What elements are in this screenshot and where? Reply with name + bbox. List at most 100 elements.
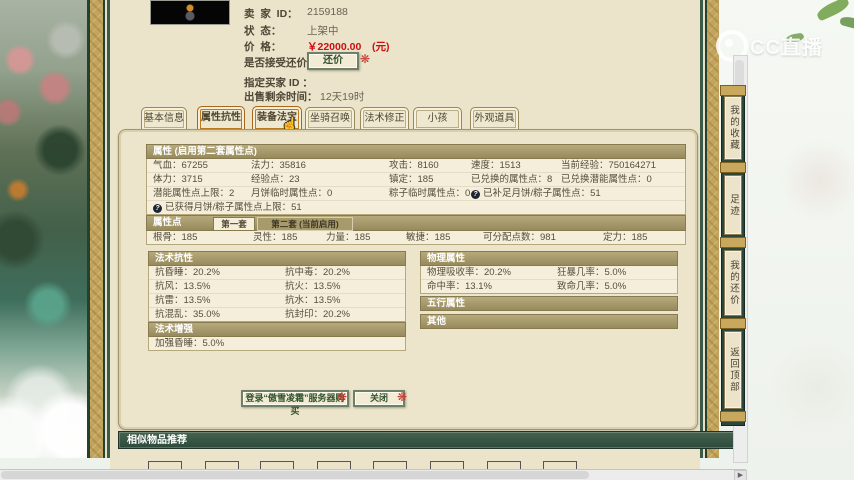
- resist-row: 抗混乱：35.0% 抗封印：20.2%: [149, 307, 405, 321]
- stat-festival-cap: ? 已获得月饼/粽子属性点上限：51: [153, 202, 302, 213]
- toolbar-knot: [720, 237, 746, 248]
- resist-chaos: 抗混乱：35.0%: [155, 309, 220, 320]
- help-icon[interactable]: ?: [471, 190, 480, 199]
- stat-exp: 当前经验：750164271: [561, 160, 657, 171]
- spell-resist-header: 法术抗性: [148, 251, 406, 266]
- sidebar-item-back-to-top[interactable]: 返回顶部: [724, 331, 742, 409]
- remain-time-label: 出售剩余时间：: [244, 91, 318, 103]
- sidebar-item-footprints[interactable]: 足迹: [724, 175, 742, 235]
- physical-section: 物理属性 物理吸收率：20.2% 狂暴几率：5.0% 命中率：13.1% 致命几…: [420, 251, 678, 294]
- spell-enhance-section: 法术增强 加强昏睡：5.0%: [148, 322, 406, 351]
- toolbar-cap: [720, 411, 746, 422]
- sidebar-item-favorites[interactable]: 我的收藏: [724, 96, 742, 160]
- enhance-sleep: 加强昏睡：5.0%: [155, 338, 225, 349]
- stat-exchanged-potential: 已兑换潜能属性点：0: [561, 174, 652, 185]
- other-section: 其他: [420, 314, 678, 329]
- physical-hit: 命中率：13.1%: [427, 281, 492, 292]
- resist-wind: 抗风：13.5%: [155, 281, 211, 292]
- stat-exp-points: 经验点：23: [251, 174, 300, 185]
- scroll-right-arrow-icon[interactable]: ▶: [734, 470, 747, 480]
- background-blob: [780, 140, 854, 220]
- toolbar-knot: [720, 162, 746, 173]
- point-willpower: 定力：185: [603, 232, 648, 243]
- resist-seal: 抗封印：20.2%: [285, 309, 350, 320]
- stat-composure: 镇定：185: [389, 174, 434, 185]
- resist-thunder: 抗雷：13.5%: [155, 295, 211, 306]
- point-spirit: 灵性：185: [253, 232, 298, 243]
- frame-left-strip: [90, 0, 103, 458]
- resist-poison: 抗中毒：20.2%: [285, 267, 350, 278]
- attribute-points-section: 属性点 第一套 第二套 (当前启用) 根骨：185 灵性：185 力量：185 …: [146, 215, 686, 245]
- stat-mooncake-points: 月饼临时属性点：0: [251, 188, 333, 199]
- attributes-row: 气血：67255 法力：35816 攻击：8160 速度：1513 当前经验：7…: [147, 159, 685, 172]
- seller-id-value: 2159188: [307, 6, 348, 18]
- toolbar-knot: [720, 318, 746, 329]
- page: CC直播 卖 家 ID： 2159188 状 态： 上架中 价 格： ￥2200…: [0, 0, 854, 480]
- attribute-points-title: 属性点: [153, 217, 182, 228]
- resist-row: 抗昏睡：20.2% 抗中毒：20.2%: [149, 266, 405, 279]
- spell-resist-section: 法术抗性 抗昏睡：20.2% 抗中毒：20.2% 抗风：13.5% 抗火：13.…: [148, 251, 406, 322]
- leaf-decoration: [839, 14, 854, 32]
- enhance-row: 加强昏睡：5.0%: [149, 337, 405, 350]
- help-icon[interactable]: ?: [153, 204, 162, 213]
- resist-fire: 抗火：13.5%: [285, 281, 341, 292]
- remain-time-value: 12天19时: [320, 91, 365, 103]
- attributes-row: 潜能属性点上限：2 月饼临时属性点：0 粽子临时属性点：0 ? 已补足月饼/粽子属…: [147, 186, 685, 200]
- seal-icon: ❋: [360, 52, 371, 66]
- item-portrait: [150, 0, 230, 25]
- point-root: 根骨：185: [153, 232, 198, 243]
- five-elements-header: 五行属性: [420, 296, 678, 311]
- buy-on-server-button[interactable]: 登录“傲雪凌霜”服务器购买: [241, 390, 349, 416]
- fantasy-landscape-art: [0, 0, 87, 458]
- resist-row: 抗雷：13.5% 抗水：13.5%: [149, 293, 405, 307]
- cc-live-watermark: CC直播: [750, 37, 823, 59]
- stat-exchanged-points: 已兑换的属性点：8: [471, 174, 553, 185]
- point-assignable: 可分配点数：981: [483, 232, 556, 243]
- stat-potential-cap: 潜能属性点上限：2: [153, 188, 235, 199]
- bargain-button[interactable]: 还价: [307, 52, 359, 70]
- stat-hp: 气血：67255: [153, 160, 208, 171]
- resist-row: 抗风：13.5% 抗火：13.5%: [149, 279, 405, 293]
- attributes-section-header: 属性 (启用第二套属性点): [146, 144, 686, 159]
- price-label: 价 格：: [244, 41, 282, 53]
- attributes-row: ? 已获得月饼/粽子属性点上限：51: [147, 200, 685, 214]
- stat-topped-up: ? 已补足月饼/粽子属性点：51: [471, 187, 685, 200]
- physical-crit: 致命几率：5.0%: [557, 281, 627, 292]
- spell-enhance-header: 法术增强: [148, 322, 406, 337]
- status-label: 状 态：: [244, 25, 282, 37]
- stat-speed: 速度：1513: [471, 160, 521, 171]
- stat-stamina: 体力：3715: [153, 174, 203, 185]
- seller-id-label: 卖 家 ID：: [244, 8, 298, 20]
- points-tab-set2[interactable]: 第二套 (当前启用): [257, 217, 353, 231]
- horizontal-scrollbar-thumb[interactable]: [1, 471, 589, 479]
- five-elements-section: 五行属性: [420, 296, 678, 311]
- point-agility: 敏捷：185: [406, 232, 451, 243]
- seal-icon: ❋: [337, 390, 348, 404]
- tab-child[interactable]: 小孩: [413, 107, 462, 131]
- seal-icon: ❋: [397, 390, 408, 404]
- physical-header: 物理属性: [420, 251, 678, 266]
- points-row: 根骨：185 灵性：185 力量：185 敏捷：185 可分配点数：981 定力…: [147, 231, 685, 244]
- attributes-row: 体力：3715 经验点：23 镇定：185 已兑换的属性点：8 已兑换潜能属性点…: [147, 172, 685, 186]
- point-strength: 力量：185: [326, 232, 371, 243]
- attributes-section: 属性 (启用第二套属性点) 气血：67255 法力：35816 攻击：8160 …: [146, 144, 686, 215]
- physical-row: 命中率：13.1% 致命几率：5.0%: [421, 279, 677, 293]
- toolbar-cap: [720, 85, 746, 96]
- tab-basic-info[interactable]: 基本信息: [141, 107, 187, 131]
- similar-items-bar: 相似物品推荐: [118, 431, 740, 449]
- sidebar-item-my-bargains[interactable]: 我的还价: [724, 250, 742, 316]
- points-tab-set1[interactable]: 第一套: [213, 217, 255, 230]
- physical-absorb: 物理吸收率：20.2%: [427, 267, 511, 278]
- resist-sleep: 抗昏睡：20.2%: [155, 267, 220, 278]
- stat-zongzi-points: 粽子临时属性点：0: [389, 188, 471, 199]
- tab-spell-correction[interactable]: 法术修正: [360, 107, 409, 131]
- background-blob: [770, 340, 854, 435]
- resist-water: 抗水：13.5%: [285, 295, 341, 306]
- tab-mount-summon[interactable]: 坐骑召唤兽: [305, 107, 355, 146]
- stat-atk: 攻击：8160: [389, 160, 439, 171]
- price-unit: (元): [372, 41, 390, 53]
- other-header: 其他: [420, 314, 678, 329]
- physical-row: 物理吸收率：20.2% 狂暴几率：5.0%: [421, 266, 677, 279]
- tab-appearance-items[interactable]: 外观道具: [470, 107, 519, 131]
- buyer-id-label: 指定买家 ID ：: [244, 77, 313, 89]
